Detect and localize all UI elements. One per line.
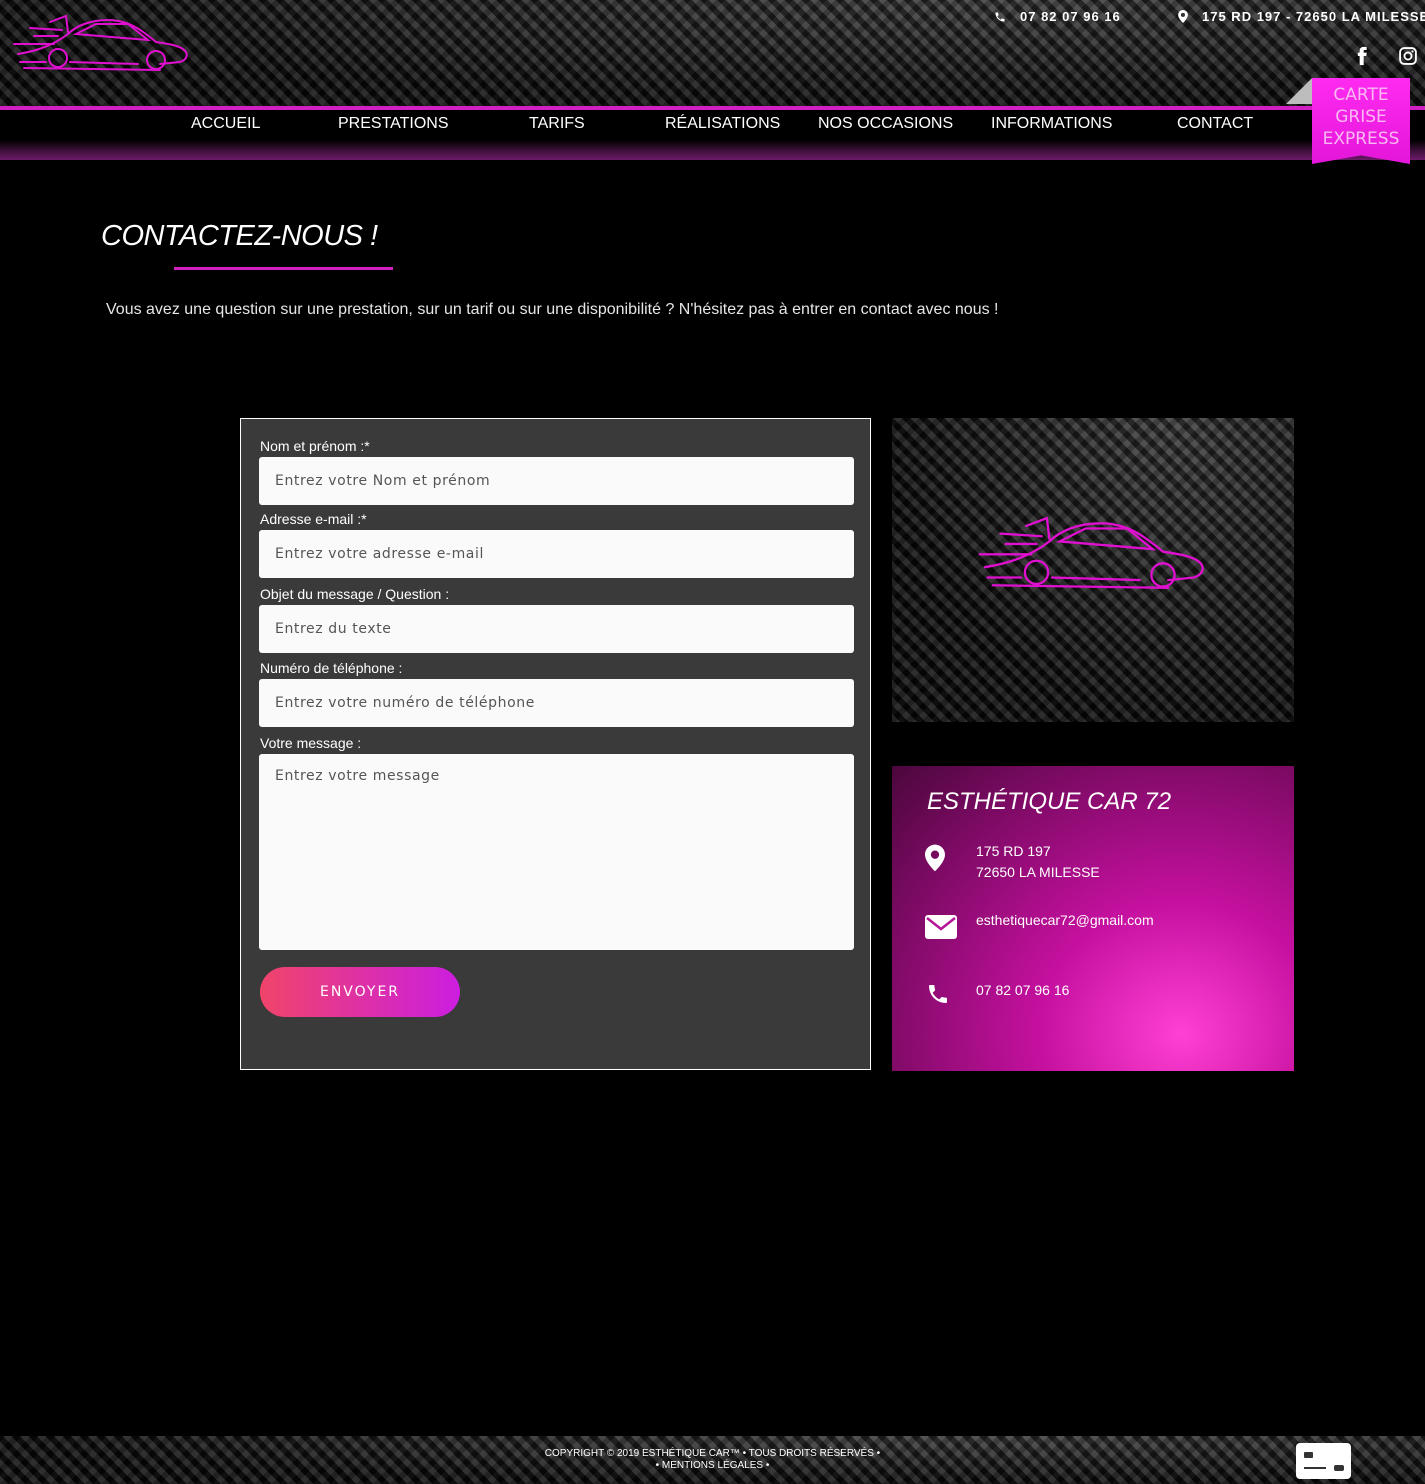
company-name: ESTHÉTIQUE CAR 72 [927,788,1172,815]
page-title: CONTACTEZ-NOUS ! [101,220,378,252]
nav-item-nos-occasions[interactable]: NOS OCCASIONS [818,115,953,133]
nav-item-accueil[interactable]: ACCUEIL [191,115,260,133]
site-header: 07 82 07 96 16 175 RD 197 - 72650 LA MIL… [0,0,1425,106]
car-logo-icon[interactable] [10,12,192,74]
instagram-icon[interactable] [1398,46,1418,66]
name-field[interactable] [259,457,854,505]
footer-copyright: COPYRIGHT © 2019 ESTHÉTIQUE CAR™ • TOUS … [544,1448,881,1459]
header-address-text: 175 RD 197 - 72650 LA MILESSE [1202,9,1425,24]
credit-card-glyph [1304,1452,1344,1471]
badge-line-1: CARTE [1333,85,1389,105]
carte-grise-badge[interactable]: CARTE GRISE EXPRESS [1286,78,1414,166]
nav-item-prestations[interactable]: PRESTATIONS [338,115,449,133]
phone-label: Numéro de téléphone : [260,660,403,676]
carte-grise-express-button[interactable]: CARTE GRISE EXPRESS [1312,78,1410,164]
nav-item-contact[interactable]: CONTACT [1177,115,1253,133]
badge-fold [1286,78,1312,104]
company-address: 175 RD 197 72650 LA MILESSE [976,841,1100,883]
header-address: 175 RD 197 - 72650 LA MILESSE [1178,9,1425,24]
intro-text: Vous avez une question sur une prestatio… [106,301,999,318]
email-label: Adresse e-mail :* [260,511,367,527]
message-label: Votre message : [260,735,362,751]
map-marker-icon [925,844,945,872]
nav-item-informations[interactable]: INFORMATIONS [991,115,1112,133]
nav-item-tarifs[interactable]: TARIFS [529,115,585,133]
header-phone-text: 07 82 07 96 16 [1020,9,1121,24]
phone-icon [929,985,947,1003]
envelope-icon [925,915,957,939]
company-phone[interactable]: 07 82 07 96 16 [976,980,1069,1001]
name-label: Nom et prénom :* [260,438,370,454]
send-button[interactable]: ENVOYER [260,967,460,1017]
email-field[interactable] [259,530,854,578]
company-email[interactable]: esthetiquecar72@gmail.com [976,910,1154,931]
subject-field[interactable] [259,605,854,653]
header-phone[interactable]: 07 82 07 96 16 [994,9,1121,24]
car-logo-icon [978,516,1204,589]
facebook-icon[interactable] [1352,46,1372,66]
map-marker-icon [1178,10,1188,23]
badge-line-2: GRISE [1335,107,1387,127]
main-nav: ACCUEIL PRESTATIONS TARIFS RÉALISATIONS … [0,110,1425,160]
address-line-2: 72650 LA MILESSE [976,864,1100,880]
phone-icon [995,12,1005,21]
title-underline [174,267,393,270]
site-footer: COPYRIGHT © 2019 ESTHÉTIQUE CAR™ • TOUS … [0,1436,1425,1484]
phone-field[interactable] [259,679,854,727]
contact-info-card: ESTHÉTIQUE CAR 72 175 RD 197 72650 LA MI… [892,766,1294,1071]
logo-image [892,418,1294,722]
badge-line-3: EXPRESS [1322,129,1400,149]
address-line-1: 175 RD 197 [976,843,1051,859]
nav-item-realisations[interactable]: RÉALISATIONS [665,115,780,133]
contact-form: Nom et prénom :* Adresse e-mail :* Objet… [240,418,871,1070]
credit-card-icon[interactable] [1296,1443,1351,1479]
footer-legal-link[interactable]: • MENTIONS LÉGALES • [0,1460,1425,1472]
subject-label: Objet du message / Question : [260,586,450,602]
message-field[interactable] [259,754,854,950]
